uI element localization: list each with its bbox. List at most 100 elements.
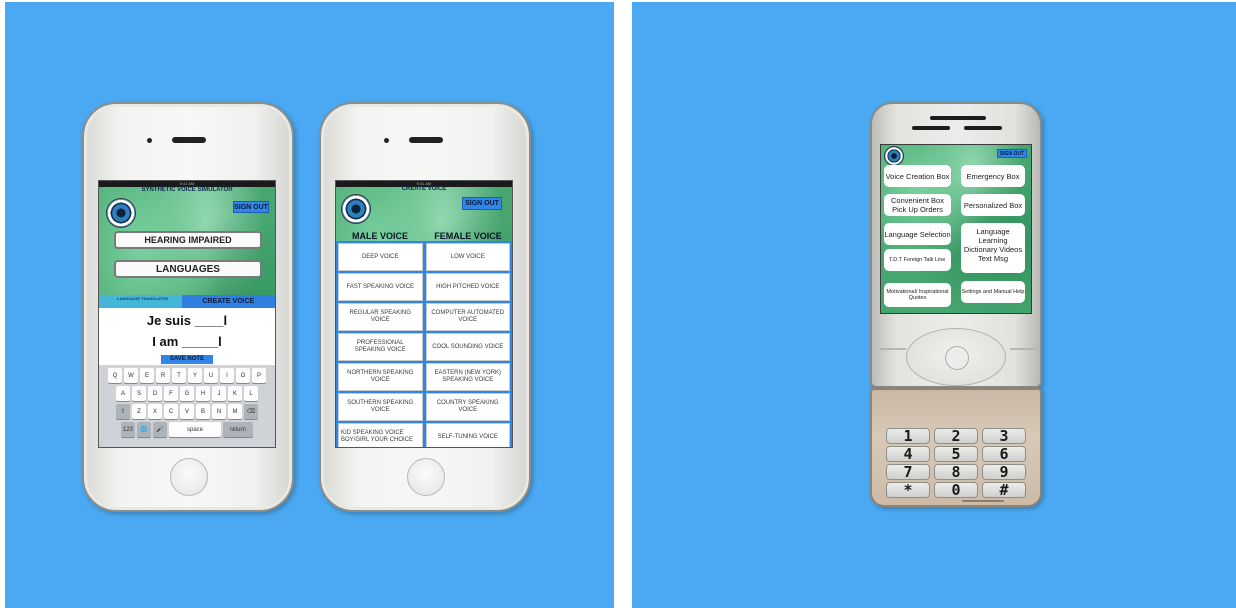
key-k[interactable]: K (228, 386, 242, 401)
key-w[interactable]: W (124, 368, 138, 383)
hearing-impaired-button[interactable]: HEARING IMPAIRED (114, 231, 262, 249)
app-title: SYNTHETIC VOICE SIMULATOR (141, 187, 233, 193)
key-s[interactable]: S (132, 386, 146, 401)
key-e[interactable]: E (140, 368, 154, 383)
key-y[interactable]: Y (188, 368, 202, 383)
voice-option-button[interactable]: SELF-TUNING VOICE (425, 423, 510, 447)
key-123[interactable]: 123 (121, 422, 135, 437)
phone1-screen: 9:41 AM SYNTHETIC VOICE SIMULATOR SIGN O… (98, 180, 276, 448)
keypad-key[interactable]: 6 (982, 446, 1026, 462)
female-voice-header: FEMALE VOICE (434, 231, 502, 241)
convenient-box-button[interactable]: Convenient Box Pick Up Orders (884, 194, 951, 216)
key-[interactable]: ⇧ (116, 404, 130, 419)
translation-area: Je suis ____l I am _____l SAVE NOTE (99, 308, 275, 365)
eye-icon (885, 147, 903, 165)
voice-option-button[interactable]: SOUTHERN SPEAKING VOICE (338, 393, 423, 421)
soft-key-right[interactable] (1010, 348, 1036, 350)
key-n[interactable]: N (212, 404, 226, 419)
navigation-pad[interactable] (906, 328, 1006, 386)
right-panel: SIGN OUT Voice Creation Box Emergency Bo… (632, 2, 1236, 608)
personalized-box-button[interactable]: Personalized Box (961, 194, 1025, 216)
center-select-button[interactable] (945, 346, 969, 370)
key-i[interactable]: I (220, 368, 234, 383)
eye-icon (107, 199, 135, 227)
sign-out-button[interactable]: SIGN OUT (997, 149, 1027, 158)
speaker-slot (964, 126, 1002, 130)
keypad-key[interactable]: 3 (982, 428, 1026, 444)
voice-option-button[interactable]: FAST SPEAKING VOICE (338, 273, 423, 301)
key-d[interactable]: D (148, 386, 162, 401)
home-button[interactable] (407, 458, 445, 496)
speaker-slot (912, 126, 950, 130)
voice-option-button[interactable]: REGULAR SPEAKING VOICE (338, 303, 423, 331)
voice-option-button[interactable]: HIGH PITCHED VOICE (425, 273, 510, 301)
keypad-key[interactable]: 9 (982, 464, 1026, 480)
voice-option-button[interactable]: LOW VOICE (425, 243, 510, 271)
key-f[interactable]: F (164, 386, 178, 401)
key-[interactable]: ⌫ (244, 404, 258, 419)
language-selection-button[interactable]: Language Selection (884, 223, 951, 245)
key-z[interactable]: Z (132, 404, 146, 419)
earpiece-speaker (172, 137, 206, 143)
key-[interactable]: 🎤 (153, 422, 167, 437)
key-m[interactable]: M (228, 404, 242, 419)
save-note-button[interactable]: SAVE NOTE (161, 355, 213, 364)
key-j[interactable]: J (212, 386, 226, 401)
eye-icon (342, 195, 370, 223)
keypad-key[interactable]: 7 (886, 464, 930, 480)
home-button[interactable] (170, 458, 208, 496)
emergency-box-button[interactable]: Emergency Box (961, 165, 1025, 187)
key-g[interactable]: G (180, 386, 194, 401)
iphone-create-voice: 9:41 AM CREATE VOICE SIGN OUT MALE VOICE… (319, 102, 531, 512)
voice-option-button[interactable]: PROFESSIONAL SPEAKING VOICE (338, 333, 423, 361)
keypad-key[interactable]: 8 (934, 464, 978, 480)
settings-manual-help-button[interactable]: Settings and Manual Help (961, 281, 1025, 303)
keypad-key[interactable]: # (982, 482, 1026, 498)
soft-key-left[interactable] (880, 348, 906, 350)
voice-option-button[interactable]: COOL SOUNDING VOICE (425, 333, 510, 361)
keypad-key[interactable]: 1 (886, 428, 930, 444)
front-camera (384, 138, 389, 143)
key-x[interactable]: X (148, 404, 162, 419)
key-h[interactable]: H (196, 386, 210, 401)
tab-create-voice[interactable]: CREATE VOICE (181, 295, 275, 308)
voice-option-button[interactable]: KID SPEAKING VOICE BOY/GIRL YOUR CHOICE (338, 423, 423, 447)
key-t[interactable]: T (172, 368, 186, 383)
key-c[interactable]: C (164, 404, 178, 419)
keypad-key[interactable]: 2 (934, 428, 978, 444)
keypad-key[interactable]: * (886, 482, 930, 498)
key-return[interactable]: return (223, 422, 253, 437)
translation-target-text: I am _____l (152, 334, 222, 349)
tab-language-translator[interactable]: LANGUAGE TRANSLATOR (99, 295, 182, 308)
keypad-key[interactable]: 4 (886, 446, 930, 462)
voice-option-button[interactable]: DEEP VOICE (338, 243, 423, 271)
key-a[interactable]: A (116, 386, 130, 401)
voice-option-button[interactable]: COMPUTER AUTOMATED VOICE (425, 303, 510, 331)
key-u[interactable]: U (204, 368, 218, 383)
languages-button[interactable]: LANGUAGES (114, 260, 262, 278)
key-r[interactable]: R (156, 368, 170, 383)
key-v[interactable]: V (180, 404, 194, 419)
key-p[interactable]: P (252, 368, 266, 383)
voice-option-button[interactable]: NORTHERN SPEAKING VOICE (338, 363, 423, 391)
numeric-keypad: 1 2 3 4 5 6 7 8 9 * 0 # (886, 428, 1026, 498)
tdt-foreign-talk-line-button[interactable]: T.D.T Foreign Talk Line (884, 249, 951, 271)
on-screen-keyboard: QWERTYUIOP ASDFGHJKL ⇧ Z X C V B N M ⌫ 123 🌐 🎤 spac… (99, 365, 275, 447)
key-o[interactable]: O (236, 368, 250, 383)
key-q[interactable]: Q (108, 368, 122, 383)
motivational-quotes-button[interactable]: Motivational/ Inspirational Quotes (884, 283, 951, 307)
key-b[interactable]: B (196, 404, 210, 419)
sign-out-button[interactable]: SIGN OUT (462, 197, 502, 210)
key-space[interactable]: space (169, 422, 221, 437)
language-learning-button[interactable]: Language Learning Dictionary Videos Text… (961, 223, 1025, 273)
keypad-key[interactable]: 0 (934, 482, 978, 498)
voice-column-headers: MALE VOICE FEMALE VOICE (336, 231, 512, 241)
voice-option-button[interactable]: EASTERN (NEW YORK) SPEAKING VOICE (425, 363, 510, 391)
phone2-screen: 9:41 AM CREATE VOICE SIGN OUT MALE VOICE… (335, 180, 513, 448)
voice-creation-box-button[interactable]: Voice Creation Box (884, 165, 951, 187)
keypad-key[interactable]: 5 (934, 446, 978, 462)
key-[interactable]: 🌐 (137, 422, 151, 437)
key-l[interactable]: L (244, 386, 258, 401)
sign-out-button[interactable]: SIGN OUT (233, 201, 269, 213)
voice-option-button[interactable]: COUNTRY SPEAKING VOICE (425, 393, 510, 421)
